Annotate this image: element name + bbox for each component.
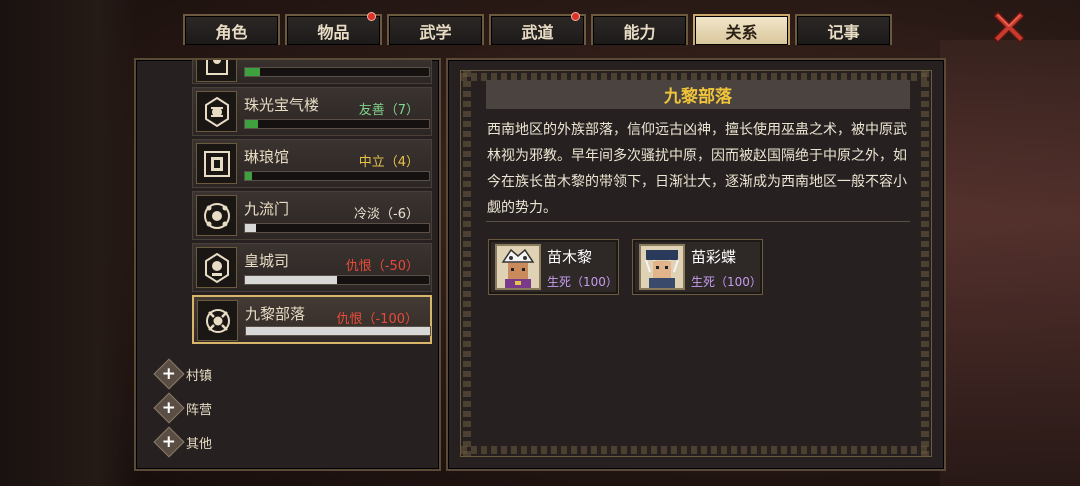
treasure-pavilion-emblem-icon <box>196 91 237 132</box>
faction-item[interactable] <box>192 60 432 84</box>
tab-label: 角色 <box>215 22 248 42</box>
category-label: 村镇 <box>186 368 213 384</box>
relation-bar <box>244 119 430 129</box>
border-ornament <box>463 71 471 456</box>
jiuliu-gate-emblem-icon <box>196 195 237 236</box>
close-x-icon[interactable] <box>990 8 1028 46</box>
tab-label: 记事 <box>827 22 860 42</box>
faction-item[interactable]: 珠光宝气楼 友善（7） <box>192 87 432 136</box>
notification-dot-icon <box>367 12 376 21</box>
plus-icon: + <box>153 426 185 458</box>
member-card[interactable]: 苗彩蝶 生死（100） <box>632 239 763 295</box>
faction-name: 九黎部落 <box>245 305 306 323</box>
tab-label: 物品 <box>317 22 350 42</box>
tab-abilities[interactable]: 能力 <box>591 14 688 45</box>
background-left <box>0 0 140 486</box>
divider <box>486 221 910 222</box>
member-status: 生死（100） <box>691 275 762 289</box>
relation-status: 友善（7） <box>358 103 419 118</box>
category-other[interactable]: + 其他 <box>153 426 213 458</box>
faction-item[interactable]: 琳琅馆 中立（4） <box>192 139 432 188</box>
member-card[interactable]: 苗木黎 生死（100） <box>488 239 619 295</box>
imperial-city-emblem-icon <box>196 247 237 288</box>
faction-detail-panel: 九黎部落 西南地区的外族部落，信仰远古凶神，擅长使用巫蛊之术，被中原武林视为邪教… <box>446 58 946 471</box>
tab-label: 武道 <box>521 22 554 42</box>
category-label: 阵营 <box>186 402 213 418</box>
relation-bar-fill <box>245 172 253 180</box>
category-camps[interactable]: + 阵营 <box>153 392 213 424</box>
jiuli-tribe-emblem-icon <box>197 300 238 341</box>
notification-dot-icon <box>571 12 580 21</box>
tab-items[interactable]: 物品 <box>285 12 382 45</box>
tab-martial-way[interactable]: 武道 <box>489 12 586 45</box>
relation-status: 仇恨（-100） <box>336 312 418 327</box>
tab-label: 关系 <box>725 22 758 42</box>
faction-item-selected[interactable]: 九黎部落 仇恨（-100） <box>192 295 432 344</box>
tab-relations[interactable]: 关系 <box>693 14 790 45</box>
npc-portrait-icon <box>495 244 541 290</box>
faction-name: 琳琅馆 <box>244 148 290 166</box>
relation-bar <box>245 326 431 336</box>
faction-name: 皇城司 <box>244 252 290 270</box>
tab-label: 能力 <box>623 22 656 42</box>
background-right <box>940 40 1080 486</box>
member-name: 苗彩蝶 <box>691 248 737 266</box>
relation-bar <box>244 275 430 285</box>
border-ornament <box>921 71 929 456</box>
plus-icon: + <box>153 358 185 390</box>
tab-journal[interactable]: 记事 <box>795 14 892 45</box>
faction-item[interactable]: 皇城司 仇恨（-50） <box>192 243 432 292</box>
tab-label: 武学 <box>419 22 452 42</box>
relation-status: 仇恨（-50） <box>345 259 419 274</box>
member-name: 苗木黎 <box>547 248 593 266</box>
border-ornament <box>461 446 931 454</box>
linlang-hall-emblem-icon <box>196 143 237 184</box>
relation-bar-fill <box>245 276 337 284</box>
relation-bar-fill <box>246 327 430 335</box>
faction-item[interactable]: 九流门 冷淡（-6） <box>192 191 432 240</box>
category-towns[interactable]: + 村镇 <box>153 358 213 390</box>
faction-list: 珠光宝气楼 友善（7） 琳琅馆 中立（4） 九流门 冷淡（-6） 皇城司 仇恨（… <box>192 60 436 347</box>
relation-bar <box>244 223 430 233</box>
faction-emblem-icon <box>196 60 237 82</box>
faction-name: 九流门 <box>244 200 290 218</box>
tab-bar: 角色 物品 武学 武道 能力 关系 记事 <box>183 12 892 45</box>
plus-icon: + <box>153 392 185 424</box>
faction-name: 珠光宝气楼 <box>244 96 320 114</box>
relation-bar-fill <box>245 120 258 128</box>
npc-portrait-icon <box>639 244 685 290</box>
faction-title: 九黎部落 <box>486 80 910 109</box>
relation-status: 中立（4） <box>358 155 419 170</box>
member-status: 生死（100） <box>547 275 618 289</box>
tab-character[interactable]: 角色 <box>183 14 280 45</box>
relation-bar <box>244 171 430 181</box>
tab-martial-arts[interactable]: 武学 <box>387 14 484 45</box>
relation-bar-fill <box>245 68 260 76</box>
relation-bar <box>244 67 430 77</box>
relation-status: 冷淡（-6） <box>354 207 419 222</box>
category-label: 其他 <box>186 436 213 452</box>
faction-description: 西南地区的外族部落，信仰远古凶神，擅长使用巫蛊之术，被中原武林视为邪教。早年间多… <box>487 122 907 216</box>
relation-bar-fill <box>245 224 257 232</box>
